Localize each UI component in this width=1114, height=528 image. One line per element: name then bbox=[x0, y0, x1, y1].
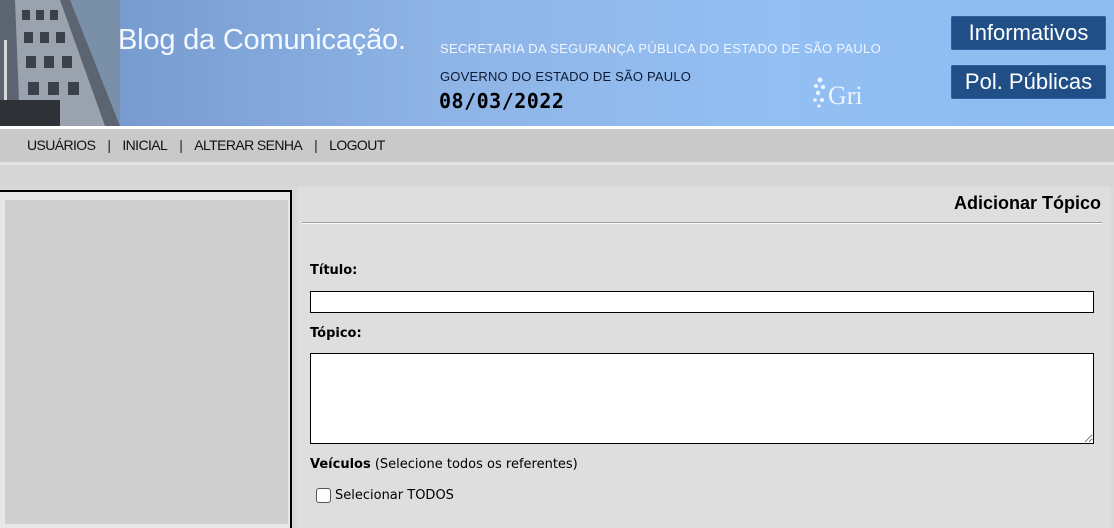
site-title: Blog da Comunicação. bbox=[118, 24, 406, 56]
menu-item-usuarios[interactable]: USUÁRIOS bbox=[27, 137, 96, 153]
select-all-row[interactable]: Selecionar TODOS bbox=[316, 488, 454, 503]
menu-item-alterar-senha[interactable]: ALTERAR SENHA bbox=[194, 137, 302, 153]
gri-logo-icon: Gri bbox=[813, 77, 863, 110]
select-all-checkbox[interactable] bbox=[316, 488, 331, 503]
page-title: Adicionar Tópico bbox=[953, 193, 1101, 213]
menu-separator: | bbox=[179, 137, 183, 153]
current-date: 08/03/2022 bbox=[439, 89, 565, 113]
header-banner: Blog da Comunicação. SECRETARIA DA SEGUR… bbox=[0, 0, 1114, 126]
veiculos-hint: (Selecione todos os referentes) bbox=[370, 457, 578, 472]
topico-label: Tópico: bbox=[310, 326, 362, 341]
spacer-band bbox=[0, 165, 1114, 187]
left-sidebar bbox=[0, 190, 292, 528]
building-photo-icon bbox=[0, 0, 120, 126]
top-menu: USUÁRIOS | INICIAL | ALTERAR SENHA | LOGOUT bbox=[0, 129, 1114, 162]
titulo-input[interactable] bbox=[310, 291, 1094, 313]
menu-item-inicial[interactable]: INICIAL bbox=[122, 137, 167, 153]
secretaria-label: SECRETARIA DA SEGURANÇA PÚBLICA DO ESTAD… bbox=[440, 41, 881, 56]
topico-textarea[interactable] bbox=[310, 353, 1094, 444]
veiculos-label-row: Veículos (Selecione todos os referentes) bbox=[310, 457, 578, 472]
menu-item-logout[interactable]: LOGOUT bbox=[329, 137, 385, 153]
left-sidebar-content bbox=[5, 200, 288, 524]
veiculos-label: Veículos bbox=[310, 457, 371, 472]
politicas-publicas-button[interactable]: Pol. Públicas bbox=[951, 65, 1106, 99]
informativos-button[interactable]: Informativos bbox=[951, 16, 1106, 50]
menu-separator: | bbox=[314, 137, 318, 153]
select-all-label: Selecionar TODOS bbox=[335, 488, 454, 503]
svg-text:Gri: Gri bbox=[828, 81, 863, 110]
menu-separator: | bbox=[107, 137, 111, 153]
add-topic-panel: Adicionar Tópico Título: Tópico: Veículo… bbox=[297, 187, 1111, 528]
governo-label: GOVERNO DO ESTADO DE SÃO PAULO bbox=[440, 69, 692, 84]
title-divider bbox=[302, 222, 1102, 224]
titulo-label: Título: bbox=[310, 263, 358, 278]
